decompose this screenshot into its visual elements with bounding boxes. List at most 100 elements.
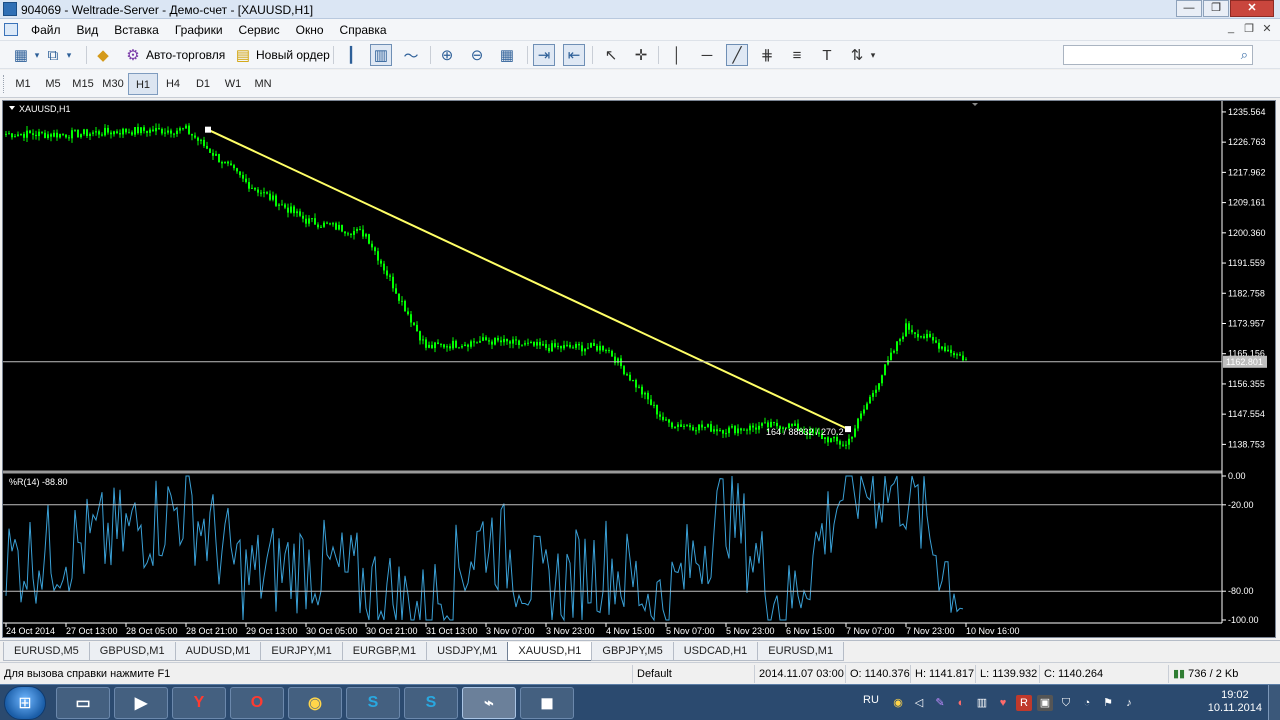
timeframe-h1[interactable]: H1 [128,73,158,95]
menu-tools[interactable]: Сервис [232,22,289,39]
fibonacci-icon[interactable]: ≡ [786,44,808,66]
skype-chat-task-icon[interactable]: S [404,687,458,719]
speaker-icon[interactable]: ♪ [1121,695,1137,711]
tab-gbpusd-m1[interactable]: GBPUSD,M1 [88,642,176,661]
zoom-in-icon[interactable]: ⊕ [436,44,458,66]
trendline-handle[interactable] [845,426,851,433]
app-tray-icon[interactable]: ▣ [1037,695,1053,711]
volume-icon[interactable]: ◁ [911,695,927,711]
explorer-task-icon[interactable]: ▭ [56,687,110,719]
r-tray-icon[interactable]: R [1016,695,1032,711]
horizontal-line-icon[interactable]: ─ [696,44,718,66]
antivirus-tray-icon[interactable]: ◐ [953,695,969,711]
power-icon[interactable]: ◔ [1079,695,1095,711]
tab-eurusd-m1[interactable]: EURUSD,M1 [757,642,845,661]
tile-windows-icon[interactable]: ▦ [496,44,518,66]
status-profile[interactable]: Default [632,665,754,683]
menu-help[interactable]: Справка [333,22,396,39]
timeframe-m5[interactable]: M5 [38,73,68,95]
trendline-handle[interactable] [205,126,211,133]
menu-charts[interactable]: Графики [168,22,232,39]
zoom-out-icon[interactable]: ⊖ [466,44,488,66]
candle-body [359,229,361,231]
new-order-button[interactable]: ▤ Новый ордер [232,44,330,66]
navigator-icon[interactable]: ◆ [92,44,114,66]
chevron-down-icon[interactable]: ▾ [64,44,74,66]
chevron-down-icon[interactable]: ▾ [32,44,42,66]
search-icon[interactable]: ⌕ [1241,47,1248,63]
tab-eurusd-m5[interactable]: EURUSD,M5 [3,642,90,661]
menu-view[interactable]: Вид [70,22,108,39]
chevron-down-icon[interactable]: ▾ [868,44,878,66]
timeframe-m1[interactable]: M1 [8,73,38,95]
cursor-icon[interactable]: ↖ [600,44,622,66]
chart-restore-button[interactable]: ❐ [1240,22,1258,37]
candle-body [290,206,292,213]
arrows-icon[interactable]: ⇅ [846,44,868,66]
search-input[interactable] [1064,46,1229,64]
network-icon[interactable]: ▥ [974,695,990,711]
tab-eurjpy-m1[interactable]: EURJPY,M1 [260,642,343,661]
price-panel [3,123,1222,450]
pulse-tray-icon[interactable]: ♥ [995,695,1011,711]
shield-icon[interactable]: ⛉ [1058,695,1074,711]
candlestick-icon[interactable]: ▥ [370,44,392,66]
toolbar-grip[interactable] [3,75,6,93]
show-desktop-button[interactable] [1268,685,1280,720]
vertical-line-icon[interactable]: │ [666,44,688,66]
chart-window[interactable]: 1235.564 1226.763 1217.962 1209.161 1200.360… [2,100,1276,638]
auto-trading-button[interactable]: ⚙ Авто-торговля [122,44,225,66]
tab-usdcad-h1[interactable]: USDCAD,H1 [672,642,759,661]
tab-audusd-m1[interactable]: AUDUSD,M1 [174,642,262,661]
tab-usdjpy-m1[interactable]: USDJPY,M1 [426,642,509,661]
opera-task-icon[interactable]: O [230,687,284,719]
timeframe-m30[interactable]: M30 [98,73,128,95]
chart-canvas[interactable]: 1235.564 1226.763 1217.962 1209.161 1200.360… [3,101,1275,637]
chart-shift-marker-icon[interactable] [972,103,978,106]
crosshair-icon[interactable]: ✛ [630,44,652,66]
timeframe-m15[interactable]: M15 [68,73,98,95]
profiles-icon[interactable]: ⧉ [42,44,64,66]
pen-tray-icon[interactable]: ✎ [932,695,948,711]
language-indicator[interactable]: RU [863,694,879,706]
chart-minimize-button[interactable]: _ [1222,22,1240,37]
trendline[interactable] [207,128,849,431]
new-chart-icon[interactable]: ▦ [10,44,32,66]
chrome-task-icon[interactable]: ◉ [288,687,342,719]
yandex-browser-task-icon[interactable]: Y [172,687,226,719]
bar-chart-icon[interactable]: ┃ [340,44,362,66]
chrome-tray-icon[interactable]: ◉ [890,695,906,711]
timeframe-mn[interactable]: MN [248,73,278,95]
candle-body [959,354,961,356]
line-chart-icon[interactable]: 〜 [400,44,422,66]
chart-window-icon[interactable] [4,23,18,36]
tab-eurgbp-m1[interactable]: EURGBP,M1 [341,642,428,661]
timeframe-w1[interactable]: W1 [218,73,248,95]
timeframe-d1[interactable]: D1 [188,73,218,95]
menu-window[interactable]: Окно [289,22,333,39]
tray-clock[interactable]: 19:02 10.11.2014 [1208,689,1262,715]
timeframe-h4[interactable]: H4 [158,73,188,95]
chart-close-button[interactable]: ✕ [1258,22,1276,37]
minimize-button[interactable]: — [1176,0,1202,17]
tab-xauusd-h1[interactable]: XAUUSD,H1 [507,642,593,661]
restore-button[interactable]: ❐ [1203,0,1229,17]
metatrader-task-icon[interactable]: ⌁ [462,687,516,719]
skype-task-icon[interactable]: S [346,687,400,719]
equidistant-channel-icon[interactable]: ⋕ [756,44,778,66]
menu-insert[interactable]: Вставка [107,22,168,39]
tab-gbpjpy-m5[interactable]: GBPJPY,M5 [591,642,674,661]
start-button[interactable]: ⊞ [4,686,46,720]
search-box[interactable]: ⌕ [1063,45,1253,65]
toolbar-separator [527,46,528,64]
chart-shift-icon[interactable]: ⇤ [563,44,585,66]
menu-file[interactable]: Файл [24,22,70,39]
text-icon[interactable]: T [816,44,838,66]
close-button[interactable]: ✕ [1230,0,1274,17]
recorder-task-icon[interactable]: ◼ [520,687,574,719]
price-tick-label: 1200.360 [1228,228,1266,238]
trendline-icon[interactable]: ╱ [726,44,748,66]
media-player-task-icon[interactable]: ▶ [114,687,168,719]
flag-icon[interactable]: ⚑ [1100,695,1116,711]
auto-scroll-icon[interactable]: ⇥ [533,44,555,66]
